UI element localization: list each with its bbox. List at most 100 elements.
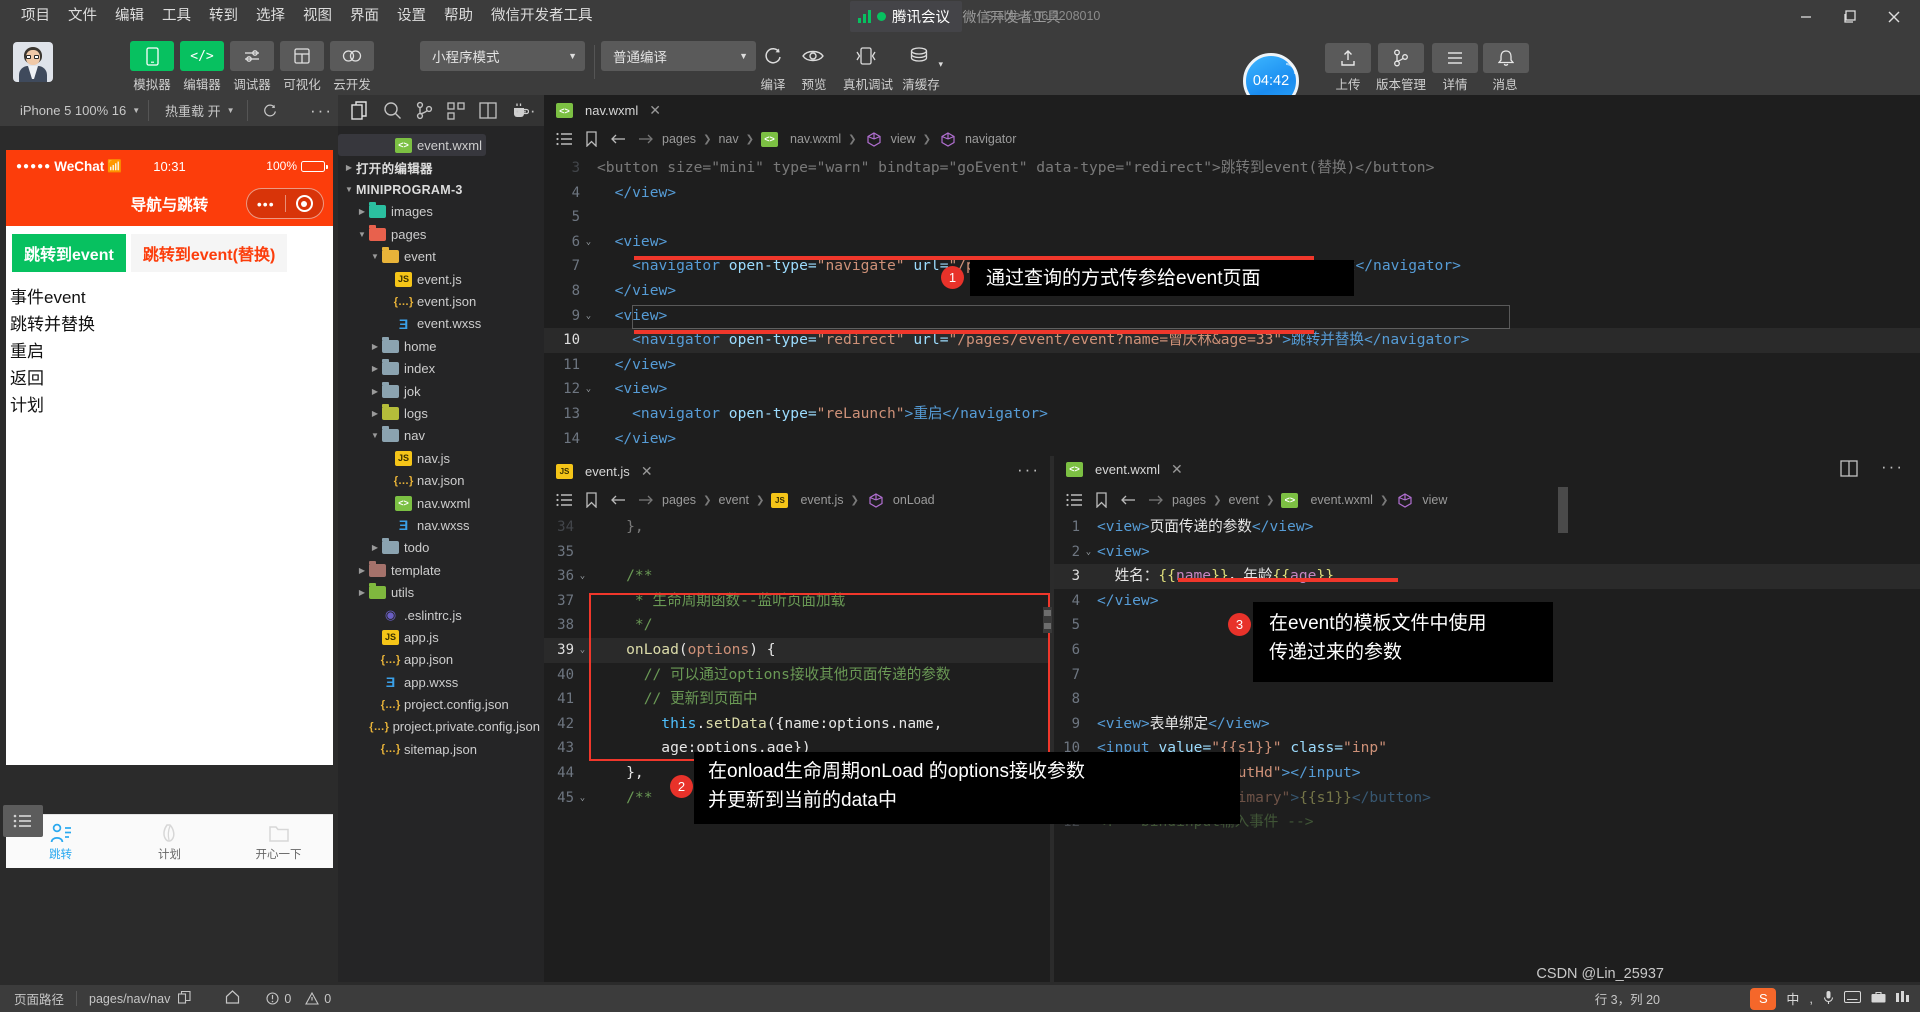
- editor-button[interactable]: </>: [180, 41, 224, 71]
- fold-chevron-icon[interactable]: ⌄: [580, 230, 597, 255]
- copy-icon[interactable]: [178, 990, 191, 1007]
- list-item[interactable]: 重启: [10, 338, 333, 365]
- tab-event-wxml[interactable]: <> event.wxml ✕: [1054, 451, 1920, 487]
- breadcrumb-item[interactable]: event.js: [800, 493, 843, 507]
- tree-node[interactable]: {…} event.json: [338, 290, 544, 312]
- tab-event-js[interactable]: JS event.js ✕: [544, 456, 1050, 487]
- js-editor-scrollbar[interactable]: [1043, 607, 1052, 633]
- minimize-button[interactable]: [1784, 0, 1828, 33]
- maximize-button[interactable]: [1828, 0, 1872, 33]
- mic-icon[interactable]: [1823, 990, 1834, 1008]
- visual-button[interactable]: [280, 41, 324, 71]
- menu-item-1[interactable]: 文件: [59, 0, 106, 33]
- device-select[interactable]: iPhone 5 100% 16 ▼: [10, 95, 150, 126]
- sogou-icon[interactable]: S: [1750, 987, 1777, 1010]
- breadcrumb-item[interactable]: pages: [662, 132, 696, 146]
- chevron-down-icon[interactable]: ▼: [368, 431, 382, 440]
- list-item[interactable]: 返回: [10, 365, 333, 392]
- tree-node[interactable]: ▼ nav: [338, 425, 544, 447]
- forward-arrow-icon[interactable]: [635, 132, 655, 146]
- code-line[interactable]: 12 ⌄ <view>: [544, 377, 1920, 402]
- explorer-more-button[interactable]: ···: [514, 100, 538, 122]
- messages-button[interactable]: [1483, 43, 1529, 73]
- outline-icon[interactable]: [1064, 493, 1084, 507]
- tree-node[interactable]: ▶ index: [338, 358, 544, 380]
- chevron-right-icon[interactable]: ▶: [368, 543, 382, 552]
- tree-node[interactable]: ▶ 打开的编辑器: [338, 156, 544, 178]
- forward-arrow-icon[interactable]: [635, 493, 655, 507]
- menu-item-8[interactable]: 设置: [388, 0, 435, 33]
- fold-chevron-icon[interactable]: ⌄: [574, 564, 591, 589]
- wxml-editor-more-button[interactable]: ···: [1881, 457, 1904, 477]
- tree-node[interactable]: JS event.js: [338, 268, 544, 290]
- chevron-right-icon[interactable]: ▶: [368, 387, 382, 396]
- breadcrumb-item[interactable]: event: [718, 493, 749, 507]
- fold-chevron-icon[interactable]: ⌄: [580, 304, 597, 329]
- tree-node[interactable]: Ǝevent.wxss: [338, 313, 544, 335]
- back-arrow-icon[interactable]: [608, 132, 628, 146]
- extensions-icon[interactable]: [444, 100, 468, 122]
- tree-node[interactable]: ▼ pages: [338, 223, 544, 245]
- chevron-right-icon[interactable]: ▶: [355, 207, 369, 216]
- js-editor-more-button[interactable]: ···: [1017, 460, 1040, 480]
- code-line[interactable]: 3 姓名：{{name}}，年龄{{age}}: [1054, 564, 1920, 589]
- menu-item-3[interactable]: 工具: [153, 0, 200, 33]
- simulator-more-button[interactable]: ···: [300, 95, 343, 126]
- wxml-editor-scrollbar[interactable]: [1558, 487, 1568, 533]
- menu-item-6[interactable]: 视图: [294, 0, 341, 33]
- code-line[interactable]: 5: [544, 205, 1920, 230]
- mode-select[interactable]: 小程序模式 ▼: [420, 41, 585, 71]
- chevron-right-icon[interactable]: ▶: [355, 588, 369, 597]
- breadcrumb-item[interactable]: view: [1422, 493, 1447, 507]
- breadcrumb-item[interactable]: nav.wxml: [790, 132, 841, 146]
- tree-node[interactable]: ▶ jok: [338, 380, 544, 402]
- bookmark-icon[interactable]: [581, 492, 601, 508]
- chevron-right-icon[interactable]: ▶: [368, 409, 382, 418]
- tree-node[interactable]: <> event.wxml: [338, 134, 487, 157]
- tab-nav-wxml[interactable]: <> nav.wxml ✕: [544, 95, 1920, 126]
- tabbar-item-plan[interactable]: 计划: [115, 815, 224, 868]
- wxml-code-area[interactable]: 1 <view>页面传递的参数</view> 2 ⌄ <view> 3 姓名：{{name…: [1054, 513, 1920, 973]
- goto-event-button[interactable]: 跳转到event: [12, 234, 126, 272]
- error-count[interactable]: 0: [266, 992, 291, 1006]
- tree-node[interactable]: {…} nav.json: [338, 469, 544, 491]
- capsule-button[interactable]: •••: [246, 188, 324, 219]
- split-editor-button[interactable]: [1840, 460, 1858, 482]
- breadcrumb-item[interactable]: event.wxml: [1310, 493, 1373, 507]
- tabbar-item-happy[interactable]: 开心一下: [224, 815, 333, 868]
- code-line[interactable]: 3 <button size="mini" type="warn" bindtap…: [544, 156, 1920, 181]
- breadcrumb-item[interactable]: navigator: [965, 132, 1016, 146]
- close-icon[interactable]: ✕: [641, 463, 653, 480]
- chevron-down-icon[interactable]: ▼: [342, 185, 356, 194]
- tree-node[interactable]: ◉ .eslintrc.js: [338, 604, 544, 626]
- goto-event-redirect-button[interactable]: 跳转到event(替换): [130, 234, 288, 272]
- chevron-right-icon[interactable]: ▶: [368, 342, 382, 351]
- version-control-button[interactable]: [1378, 43, 1424, 73]
- code-line[interactable]: 4 </view>: [544, 181, 1920, 206]
- search-icon[interactable]: [380, 100, 404, 122]
- clear-cache-button[interactable]: ▾: [900, 41, 943, 71]
- tree-node[interactable]: ▶ utils: [338, 581, 544, 603]
- breadcrumb-item[interactable]: pages: [1172, 493, 1206, 507]
- warning-count[interactable]: 0: [305, 992, 331, 1006]
- bookmark-icon[interactable]: [581, 131, 601, 147]
- close-icon[interactable]: ✕: [649, 102, 661, 119]
- fold-chevron-icon[interactable]: ⌄: [580, 377, 597, 402]
- simulator-button[interactable]: [130, 41, 174, 71]
- chevron-right-icon[interactable]: ▶: [342, 163, 356, 172]
- keyboard-icon[interactable]: [1844, 991, 1861, 1006]
- tree-node[interactable]: JS nav.js: [338, 447, 544, 469]
- menu-item-10[interactable]: 微信开发者工具: [482, 0, 602, 33]
- toolbox-icon[interactable]: [1871, 991, 1886, 1006]
- chevron-down-icon[interactable]: ▼: [368, 252, 382, 261]
- real-device-debug-button[interactable]: [840, 41, 892, 71]
- tree-node[interactable]: <> nav.wxml: [338, 492, 544, 514]
- code-line[interactable]: 14 </view>: [544, 427, 1920, 452]
- code-line[interactable]: 2 ⌄ <view>: [1054, 540, 1920, 565]
- list-item[interactable]: 跳转并替换: [10, 311, 333, 338]
- menu-item-7[interactable]: 界面: [341, 0, 388, 33]
- menu-item-4[interactable]: 转到: [200, 0, 247, 33]
- breadcrumb-item[interactable]: nav: [718, 132, 738, 146]
- upload-button[interactable]: [1325, 43, 1371, 73]
- cloud-button[interactable]: [330, 41, 374, 71]
